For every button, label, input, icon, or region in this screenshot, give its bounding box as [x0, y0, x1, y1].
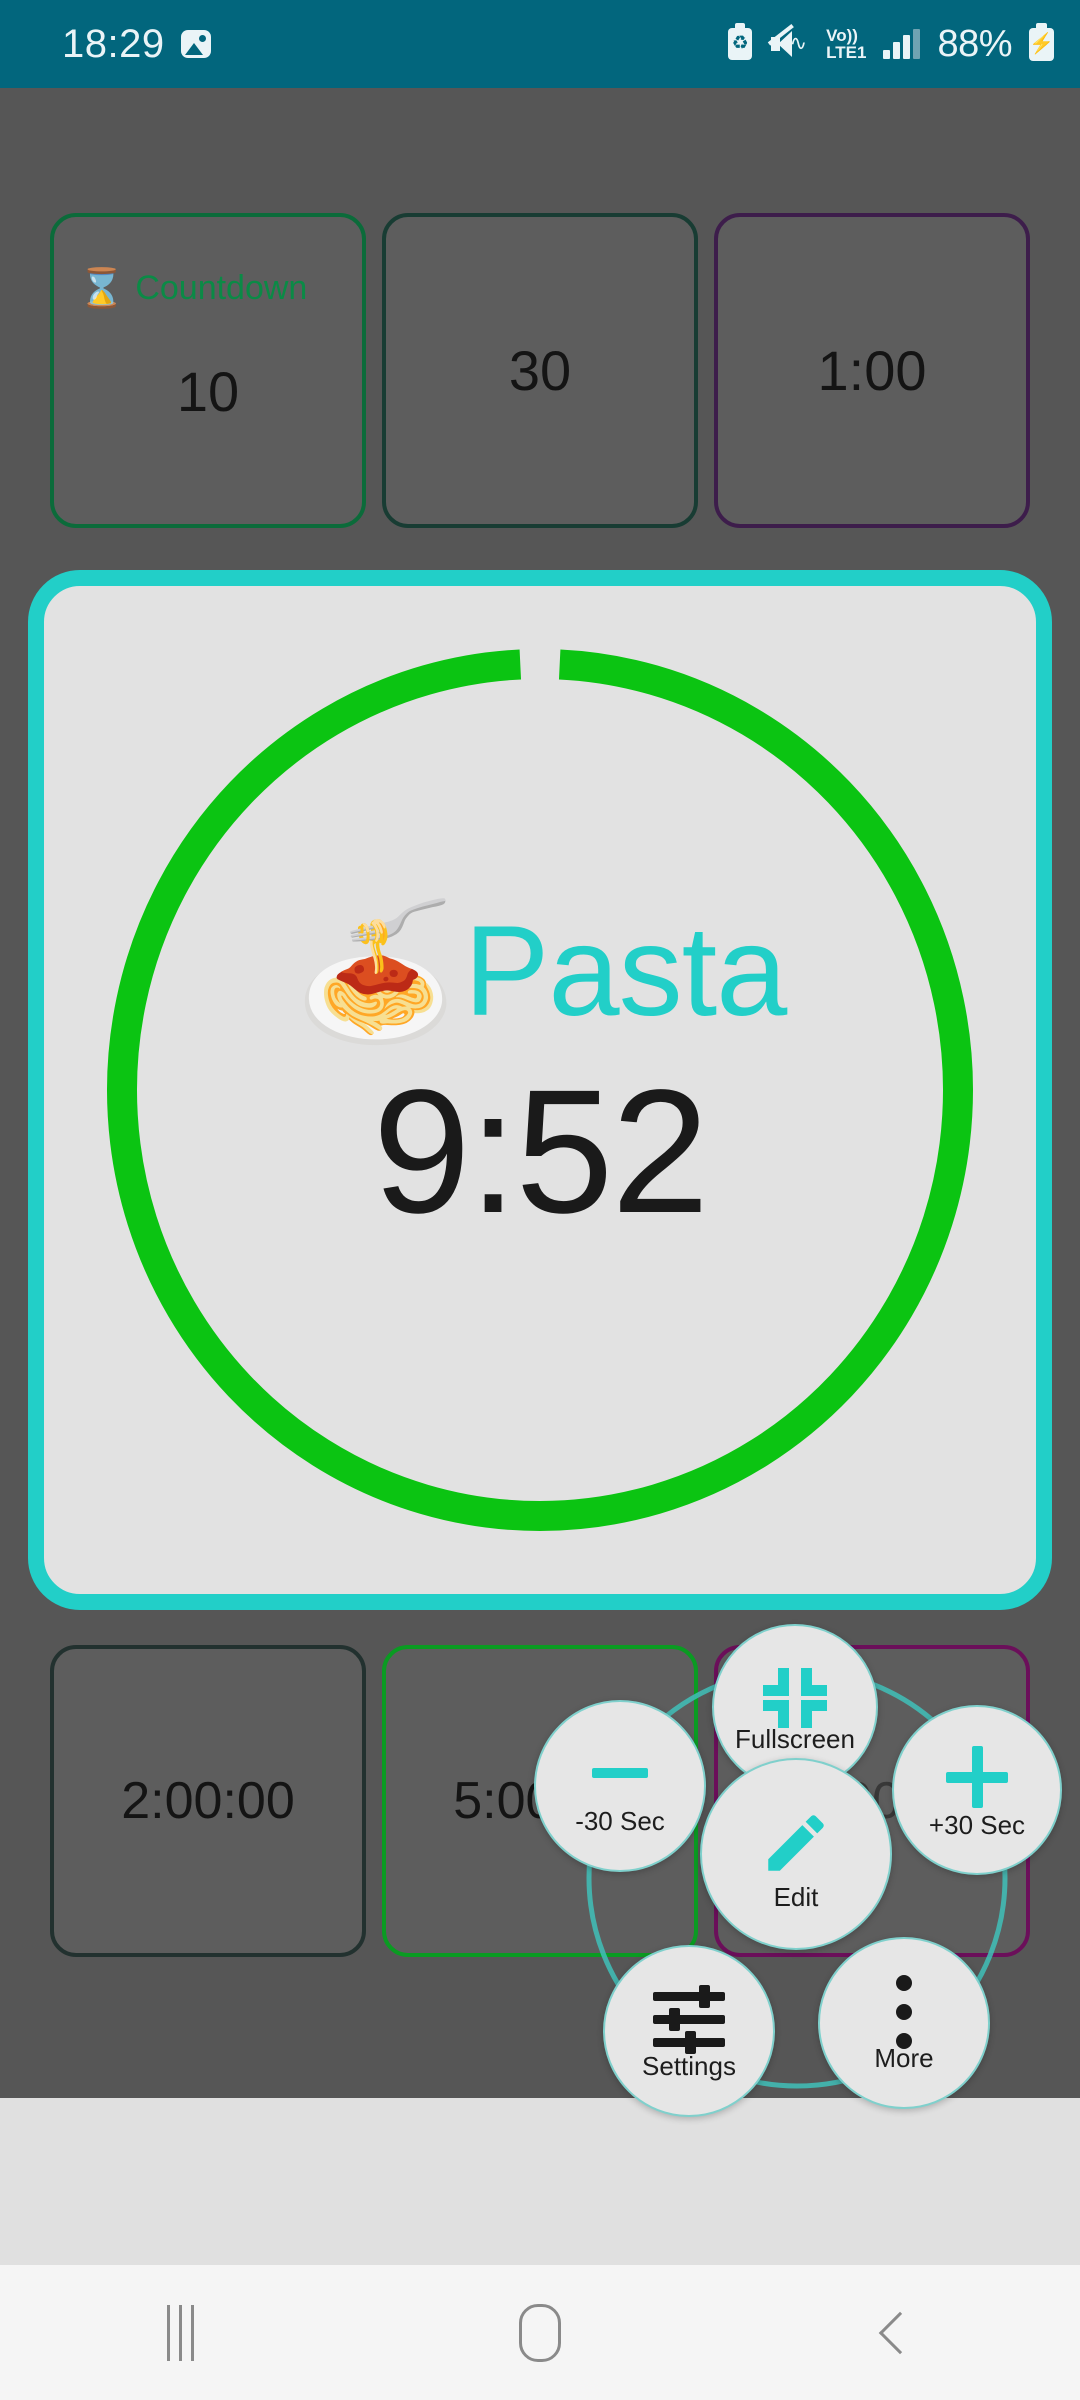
status-bar-right: ∿ Vo)) LTE1 88%: [728, 22, 1054, 65]
mute-vibrate-icon: ∿: [767, 23, 809, 60]
settings-button[interactable]: Settings: [603, 1945, 775, 2117]
recents-icon: [166, 2304, 194, 2361]
status-bar-left: 18:29: [62, 24, 211, 64]
bottom-blank-band: [0, 2098, 1080, 2265]
gallery-icon: [180, 30, 211, 58]
edit-button-label: Edit: [773, 1882, 819, 1912]
compress-icon: [763, 1668, 827, 1728]
tune-sliders-icon: [653, 1985, 725, 2054]
back-icon: [878, 2311, 922, 2354]
android-navigation-bar: [0, 2265, 1080, 2400]
edit-button[interactable]: Edit: [700, 1758, 892, 1950]
battery-percent-label: 88%: [937, 23, 1012, 65]
volte-icon: Vo)) LTE1: [826, 27, 866, 61]
home-icon: [519, 2303, 561, 2362]
battery-eco-icon: [728, 23, 753, 60]
plus-30-sec-label: +30 Sec: [928, 1810, 1026, 1840]
minus-30-sec-button[interactable]: -30 Sec: [534, 1700, 706, 1872]
signal-bars-icon: [883, 29, 921, 59]
volte-label-top: Vo)): [826, 26, 858, 45]
pencil-icon: [759, 1806, 833, 1880]
status-clock: 18:29: [62, 22, 165, 66]
back-button[interactable]: [840, 2278, 960, 2388]
radial-action-menu: Fullscreen -30 Sec Edit +30 Sec Settings: [0, 88, 1080, 2117]
battery-charging-icon: [1029, 22, 1054, 61]
more-button-label: More: [874, 2043, 934, 2073]
app-content: ⌛ Countdown 10 30 1:00 🍝 Pasta 9:52 2:00…: [0, 88, 1080, 2117]
minus-icon: [592, 1768, 648, 1778]
plus-icon: [946, 1746, 1008, 1808]
settings-button-label: Settings: [642, 2051, 736, 2081]
volte-label-bottom: LTE1: [826, 43, 867, 62]
plus-30-sec-button[interactable]: +30 Sec: [892, 1705, 1062, 1875]
status-bar: 18:29 ∿ Vo)) LTE1 88%: [0, 0, 1080, 88]
more-button[interactable]: More: [818, 1937, 990, 2109]
three-dots-vertical-icon: [896, 1975, 912, 2049]
home-button[interactable]: [480, 2278, 600, 2388]
recents-button[interactable]: [120, 2278, 240, 2388]
fullscreen-button-label: Fullscreen: [735, 1724, 855, 1754]
minus-30-sec-label: -30 Sec: [575, 1806, 665, 1836]
